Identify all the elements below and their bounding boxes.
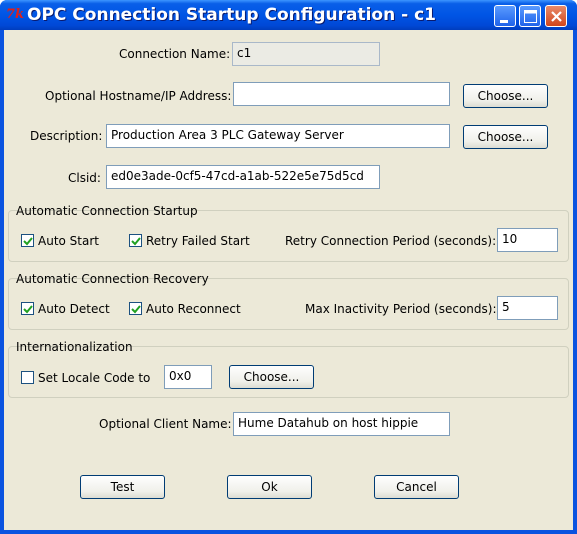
i18n-group-title: Internationalization: [16, 340, 133, 354]
hostname-choose-button[interactable]: Choose...: [463, 84, 548, 108]
close-button[interactable]: [545, 5, 567, 27]
description-input[interactable]: Production Area 3 PLC Gateway Server: [106, 124, 450, 148]
minimize-button[interactable]: [494, 5, 516, 27]
auto-reconnect-label: Auto Reconnect: [146, 302, 241, 316]
description-label: Description:: [30, 129, 103, 143]
cancel-button[interactable]: Cancel: [374, 475, 459, 499]
checkmark-icon: [131, 237, 141, 246]
close-icon: [551, 11, 562, 22]
max-inactivity-label: Max Inactivity Period (seconds):: [305, 302, 497, 316]
connection-name-label: Connection Name:: [119, 47, 231, 61]
maximize-icon: [524, 10, 537, 23]
maximize-button[interactable]: [519, 5, 541, 27]
auto-reconnect-checkbox[interactable]: [129, 302, 142, 315]
app-icon: 7k: [6, 7, 25, 22]
connection-name-field: c1: [232, 42, 380, 66]
recovery-group-title: Automatic Connection Recovery: [16, 272, 209, 286]
set-locale-checkbox[interactable]: [21, 371, 34, 384]
checkmark-icon: [23, 237, 33, 246]
description-choose-button[interactable]: Choose...: [463, 125, 548, 149]
client-name-input[interactable]: Hume Datahub on host hippie: [233, 412, 450, 436]
client-name-label: Optional Client Name:: [99, 417, 232, 431]
locale-code-input[interactable]: 0x0: [164, 365, 212, 389]
auto-detect-label: Auto Detect: [38, 302, 110, 316]
clsid-label: Clsid:: [68, 171, 101, 185]
retry-failed-start-label: Retry Failed Start: [146, 234, 250, 248]
startup-group-title: Automatic Connection Startup: [16, 204, 198, 218]
set-locale-label: Set Locale Code to: [38, 371, 151, 385]
title-bar[interactable]: 7k OPC Connection Startup Configuration …: [0, 0, 577, 30]
retry-period-input[interactable]: 10: [497, 228, 558, 252]
auto-detect-checkbox[interactable]: [21, 302, 34, 315]
retry-failed-start-checkbox[interactable]: [129, 234, 142, 247]
dialog-content: Connection Name: c1 Optional Hostname/IP…: [4, 30, 573, 530]
checkmark-icon: [23, 305, 33, 314]
test-button[interactable]: Test: [80, 475, 165, 499]
clsid-input[interactable]: ed0e3ade-0cf5-47cd-a1ab-522e5e75d5cd: [106, 165, 380, 189]
ok-button[interactable]: Ok: [227, 475, 312, 499]
minimize-icon: [500, 20, 508, 23]
auto-start-label: Auto Start: [38, 234, 99, 248]
dialog-window: 7k OPC Connection Startup Configuration …: [0, 0, 577, 534]
locale-choose-button[interactable]: Choose...: [229, 365, 314, 389]
hostname-input[interactable]: [233, 82, 450, 106]
window-title: OPC Connection Startup Configuration - c…: [27, 5, 436, 25]
hostname-label: Optional Hostname/IP Address:: [45, 89, 232, 103]
retry-period-label: Retry Connection Period (seconds):: [285, 234, 497, 248]
auto-start-checkbox[interactable]: [21, 234, 34, 247]
checkmark-icon: [131, 305, 141, 314]
max-inactivity-input[interactable]: 5: [497, 296, 558, 320]
